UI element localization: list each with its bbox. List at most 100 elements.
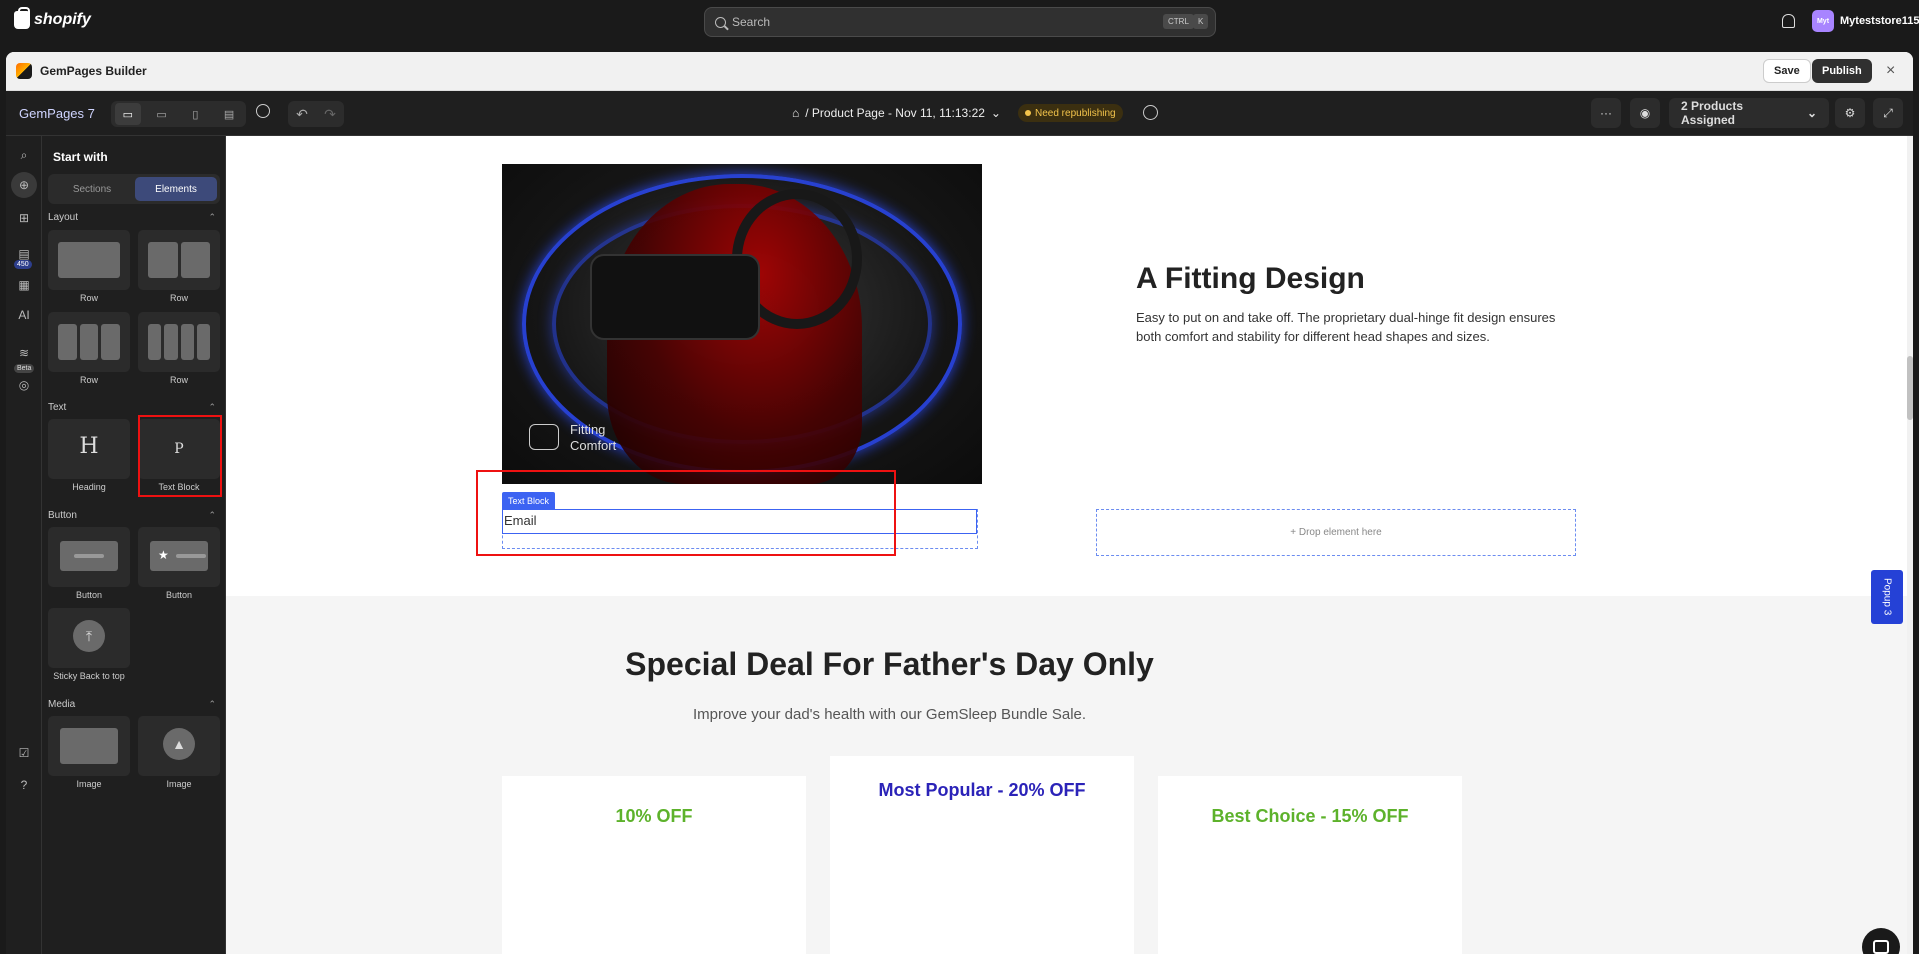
- status-dot-icon: [1025, 110, 1031, 116]
- chevron-up-icon: ⌃: [208, 402, 216, 412]
- template-icon[interactable]: ▦: [15, 276, 33, 294]
- left-icon-rail: ⌕ ⊕ ⊞ ▤ 450 ▦ AI ≋ Beta ◎ ☑ ?: [6, 136, 42, 954]
- store-menu[interactable]: Myt Myteststore115: [1812, 10, 1919, 32]
- shopify-top-bar: shopify Search CTRL K Myt Myteststore115: [0, 0, 1919, 45]
- more-button[interactable]: ···: [1591, 98, 1621, 128]
- shopify-bag-icon: [14, 7, 30, 29]
- section-button-header[interactable]: Button ⌃: [48, 510, 216, 521]
- search-icon[interactable]: ⌕: [15, 146, 33, 164]
- highlight-box: [476, 470, 896, 556]
- tab-elements[interactable]: Elements: [135, 177, 217, 201]
- image-caption: Fitting Comfort: [570, 422, 617, 453]
- shopify-logo[interactable]: shopify: [14, 7, 91, 29]
- tile-label: Heading: [72, 482, 106, 492]
- tile-label: Row: [169, 293, 188, 303]
- tablet-landscape-icon[interactable]: ▭: [149, 103, 175, 125]
- add-element-icon[interactable]: ⊕: [11, 172, 37, 198]
- products-assigned-dropdown[interactable]: 2 Products Assigned ⌄: [1669, 98, 1829, 128]
- row-2-col-tile[interactable]: [138, 230, 220, 290]
- deal-card-popular[interactable]: Most Popular - 20% OFF: [830, 756, 1134, 954]
- vr-headset-image[interactable]: Fitting Comfort: [502, 164, 982, 484]
- section-layout-header[interactable]: Layout ⌃: [48, 212, 216, 223]
- search-input[interactable]: Search CTRL K: [704, 7, 1216, 37]
- vr-headset-icon: [529, 424, 559, 450]
- chevron-up-icon: ⌃: [208, 212, 216, 222]
- gempages-logo-icon: [16, 63, 32, 79]
- row-1-col-tile[interactable]: [48, 230, 130, 290]
- bell-icon[interactable]: [1782, 14, 1795, 28]
- tile-label: Button: [165, 590, 193, 600]
- tile-label: Row: [79, 293, 98, 303]
- preview-eye-icon[interactable]: ◉: [1630, 98, 1660, 128]
- button-tile[interactable]: [48, 527, 130, 587]
- popup-tab[interactable]: Popup 3: [1871, 570, 1903, 624]
- kbd-ctrl: CTRL: [1163, 14, 1194, 29]
- editor-toolbar: GemPages 7 ▭ ▭ ▯ ▤ ↶ ↷ ⌂ / Product Page …: [6, 91, 1913, 136]
- checklist-icon[interactable]: ☑: [15, 744, 33, 762]
- fullscreen-icon[interactable]: ⤢: [1873, 98, 1903, 128]
- sticky-back-to-top-tile[interactable]: ⤒: [48, 608, 130, 668]
- page-name-dropdown[interactable]: ⌂ / Product Page - Nov 11, 11:13:22 ⌄: [792, 106, 1001, 120]
- panel-tabs: Sections Elements: [48, 174, 220, 204]
- tab-sections[interactable]: Sections: [51, 177, 133, 201]
- chevron-up-icon: ⌃: [208, 510, 216, 520]
- desktop-icon[interactable]: ▭: [114, 103, 141, 125]
- mobile-icon[interactable]: ▯: [182, 103, 208, 125]
- heading-tile[interactable]: H: [48, 419, 130, 479]
- deal-heading[interactable]: Special Deal For Father's Day Only: [226, 646, 1553, 683]
- close-icon[interactable]: ×: [1886, 62, 1895, 80]
- section-button-label: Button: [48, 510, 77, 521]
- section-media-header[interactable]: Media ⌃: [48, 699, 216, 710]
- shopify-wordmark: shopify: [34, 11, 91, 28]
- tile-label: Button: [75, 590, 103, 600]
- tile-label: Image: [166, 779, 192, 789]
- history-icon[interactable]: [256, 104, 270, 118]
- tile-label: Sticky Back to top: [53, 671, 125, 681]
- tile-label: Image: [76, 779, 102, 789]
- layers-icon[interactable]: ≋: [15, 344, 33, 362]
- arrow-up-icon: ⤒: [73, 620, 105, 652]
- store-name: Myteststore115: [1840, 15, 1919, 27]
- scrollbar-thumb[interactable]: [1907, 356, 1913, 420]
- tile-label: Row: [79, 375, 98, 385]
- deal-card[interactable]: Best Choice - 15% OFF: [1158, 776, 1462, 954]
- search-placeholder: Search: [732, 15, 771, 29]
- globe-icon[interactable]: [1143, 105, 1158, 120]
- drop-zone[interactable]: + Drop element here: [1096, 509, 1576, 556]
- image-icon: [60, 728, 118, 764]
- row-4-col-tile[interactable]: [138, 312, 220, 372]
- beta-badge: Beta: [14, 364, 35, 373]
- star-icon: ★: [158, 548, 169, 562]
- section-text-header[interactable]: Text ⌃: [48, 402, 216, 413]
- row-3-col-tile[interactable]: [48, 312, 130, 372]
- redo-icon[interactable]: ↷: [324, 106, 336, 123]
- undo-icon[interactable]: ↶: [296, 106, 308, 123]
- ai-icon[interactable]: AI: [15, 306, 33, 324]
- device-switcher: ▭ ▭ ▯ ▤: [111, 101, 246, 127]
- fitting-design-heading[interactable]: A Fitting Design: [1136, 262, 1365, 296]
- section-layout-label: Layout: [48, 212, 79, 223]
- canvas-scrollbar[interactable]: [1907, 136, 1913, 954]
- heading-icon: H: [79, 434, 99, 459]
- save-button[interactable]: Save: [1763, 59, 1811, 83]
- image-circle-tile[interactable]: ▲: [138, 716, 220, 776]
- target-icon[interactable]: ◎: [15, 376, 33, 394]
- tile-label: Row: [169, 375, 188, 385]
- chevron-down-icon: ⌄: [1806, 106, 1817, 120]
- apps-icon[interactable]: ⊞: [15, 209, 33, 227]
- status-badge: Need republishing: [1018, 104, 1123, 122]
- chevron-down-icon: ⌄: [990, 106, 1001, 120]
- library-count-badge: 450: [14, 260, 32, 269]
- panel-title: Start with: [53, 150, 108, 164]
- deal-card[interactable]: 10% OFF: [502, 776, 806, 954]
- help-icon[interactable]: ?: [15, 776, 33, 794]
- section-text-label: Text: [48, 402, 67, 413]
- settings-gear-icon[interactable]: ⚙: [1835, 98, 1865, 128]
- image-tile[interactable]: [48, 716, 130, 776]
- tablet-icon[interactable]: ▤: [216, 103, 242, 125]
- icon-button-tile[interactable]: ★: [138, 527, 220, 587]
- fitting-design-text[interactable]: Easy to put on and take off. The proprie…: [1136, 308, 1556, 346]
- publish-button[interactable]: Publish: [1812, 59, 1872, 83]
- undo-redo-group: ↶ ↷: [288, 101, 344, 127]
- deal-subtitle[interactable]: Improve your dad's health with our GemSl…: [226, 706, 1553, 723]
